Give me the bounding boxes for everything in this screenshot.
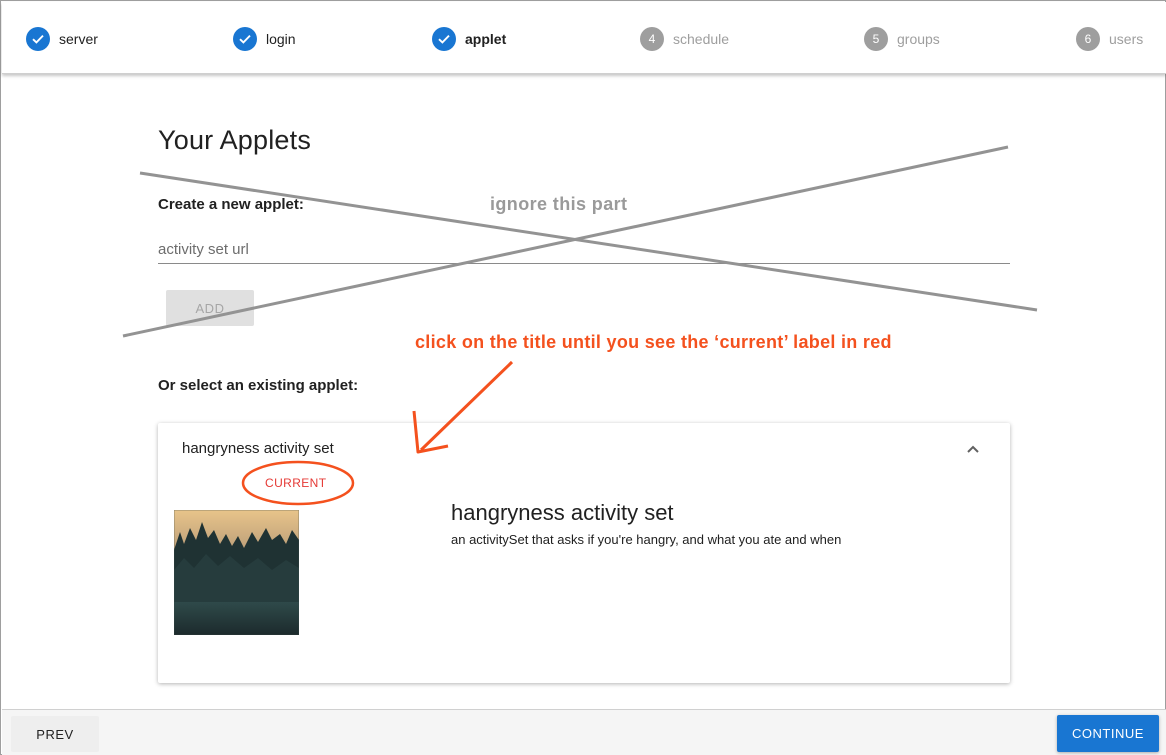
step-label: schedule [673,31,730,47]
page-title: Your Applets [158,125,312,155]
applet-name: hangryness activity set [451,500,674,525]
prev-button[interactable]: PREV [11,716,99,752]
chevron-up-icon[interactable] [963,439,983,459]
applet-description: an activitySet that asks if you're hangr… [451,532,842,547]
step-number: 5 [864,27,888,51]
select-applet-label: Or select an existing applet: [158,377,359,394]
check-icon [432,27,456,51]
step-label: server [59,31,98,47]
current-badge: CURRENT [265,476,327,490]
step-applet[interactable]: applet [432,26,506,52]
step-number: 6 [1076,27,1100,51]
applet-card: hangryness activity set CURRENT hangryne… [158,423,1010,683]
step-label: users [1109,31,1144,47]
click-instruction-annotation: click on the title until you see the ‘cu… [415,332,892,352]
continue-button[interactable]: CONTINUE [1057,715,1159,752]
step-groups[interactable]: 5 groups [864,26,940,52]
footer-bar: PREV CONTINUE [2,709,1166,755]
step-schedule[interactable]: 4 schedule [640,26,729,52]
step-number: 4 [640,27,664,51]
step-server[interactable]: server [26,26,98,52]
step-label: applet [465,31,507,47]
check-icon [233,27,257,51]
step-label: login [266,31,296,47]
add-button[interactable]: ADD [166,290,254,326]
step-login[interactable]: login [233,26,296,52]
check-icon [26,27,50,51]
step-users[interactable]: 6 users [1076,26,1143,52]
create-applet-label: Create a new applet: [158,196,304,213]
stepper: server login applet 4 schedule 5 groups … [2,2,1166,74]
ignore-annotation: ignore this part [490,194,628,214]
applet-thumbnail [174,510,299,635]
applet-card-title[interactable]: hangryness activity set [182,440,334,457]
app-window: server login applet 4 schedule 5 groups … [0,0,1166,755]
activity-set-url-input[interactable] [158,236,1010,264]
step-label: groups [897,31,940,47]
